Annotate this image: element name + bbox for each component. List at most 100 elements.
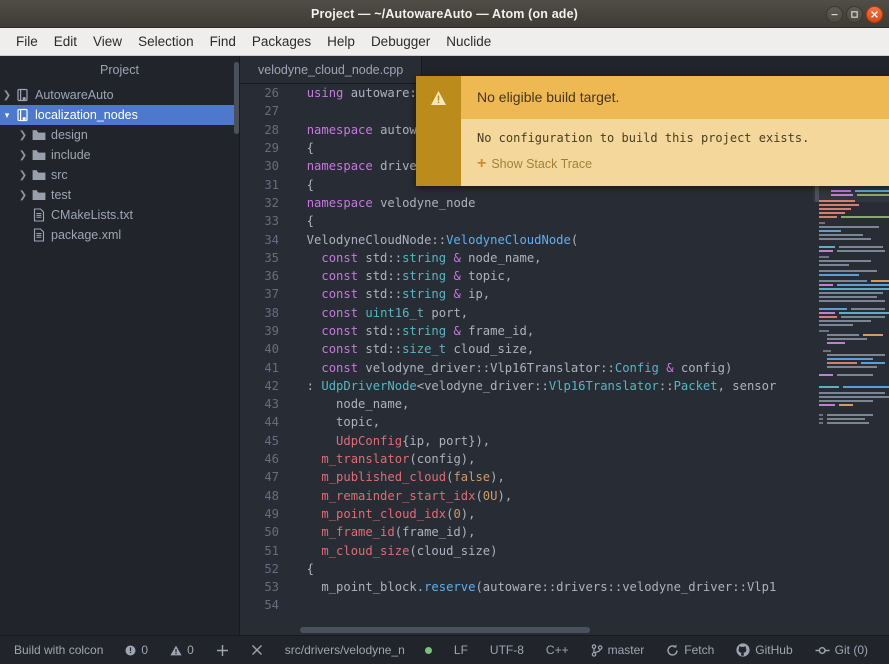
menu-packages[interactable]: Packages: [244, 32, 319, 51]
code-line: 53 m_point_block.reserve(autoware::drive…: [240, 578, 813, 596]
tree-item-test[interactable]: ❯ test: [0, 185, 239, 205]
minimap-line: [819, 204, 859, 206]
close-icon[interactable]: [866, 5, 883, 23]
show-stack-trace-link[interactable]: + Show Stack Trace: [477, 156, 874, 172]
code-text[interactable]: m_point_cloud_idx(0),: [292, 507, 475, 521]
menu-nuclide[interactable]: Nuclide: [438, 32, 499, 51]
minimap-line: [819, 414, 823, 416]
code-text[interactable]: m_point_block.reserve(autoware::drivers:…: [292, 580, 776, 594]
code-text[interactable]: m_remainder_start_idx(0U),: [292, 489, 512, 503]
code-line: 50 m_frame_id(frame_id),: [240, 523, 813, 541]
tree-item-src[interactable]: ❯ src: [0, 165, 239, 185]
chevron-right-icon[interactable]: ❯: [0, 90, 14, 101]
error-count-item[interactable]: 0: [114, 643, 159, 657]
code-text[interactable]: m_published_cloud(false),: [292, 470, 504, 484]
warning-icon: [431, 91, 446, 105]
editor-horizontal-scrollbar[interactable]: [300, 627, 590, 633]
code-text[interactable]: namespace velodyne_node: [292, 196, 476, 210]
tree-item-include[interactable]: ❯ include: [0, 145, 239, 165]
code-text[interactable]: node_name,: [292, 397, 409, 411]
line-number: 47: [264, 470, 279, 485]
repo-icon: [14, 88, 32, 102]
github-label: GitHub: [755, 643, 793, 657]
code-text[interactable]: const std::string & ip,: [292, 287, 490, 301]
tree-item-autowareauto[interactable]: ❯ AutowareAuto: [0, 85, 239, 105]
menu-help[interactable]: Help: [319, 32, 363, 51]
code-text[interactable]: const std::string & node_name,: [292, 251, 541, 265]
notification-body: No configuration to build this project e…: [461, 119, 889, 186]
minimap-line: [819, 296, 877, 298]
minimap-line: [819, 280, 867, 282]
line-number: 28: [264, 122, 279, 137]
menu-debugger[interactable]: Debugger: [363, 32, 438, 51]
minimap-line: [863, 334, 883, 336]
code-text[interactable]: const std::string & frame_id,: [292, 324, 534, 338]
tree-item-label: test: [51, 188, 72, 202]
code-text[interactable]: UdpConfig{ip, port}),: [292, 434, 490, 448]
chevron-right-icon[interactable]: ❯: [16, 130, 30, 141]
maximize-icon[interactable]: [846, 5, 863, 23]
minimap-line: [819, 234, 863, 236]
build-with-colcon-button[interactable]: Build with colcon: [10, 643, 114, 657]
notification-build-error[interactable]: No eligible build target. No configurati…: [416, 76, 889, 186]
code-line: 40 const std::size_t cloud_size,: [240, 340, 813, 358]
tree-item-package-xml[interactable]: package.xml: [0, 225, 239, 245]
code-text[interactable]: const velodyne_driver::Vlp16Translator::…: [292, 361, 732, 375]
minimap-line: [819, 312, 835, 314]
encoding-item[interactable]: UTF-8: [479, 643, 535, 657]
chevron-right-icon[interactable]: ❯: [16, 190, 30, 201]
tab-velodyne-cloud-node-cpp[interactable]: velodyne_cloud_node.cpp: [240, 56, 423, 83]
add-build-target-button[interactable]: [205, 644, 240, 657]
tree-item-cmakelists-txt[interactable]: CMakeLists.txt: [0, 205, 239, 225]
minimap-line: [861, 362, 885, 364]
tree-view-scrollbar[interactable]: [234, 62, 239, 134]
folder-icon: [30, 189, 48, 201]
code-line: 37 const std::string & ip,: [240, 285, 813, 303]
chevron-right-icon[interactable]: ❯: [16, 150, 30, 161]
menu-selection[interactable]: Selection: [130, 32, 202, 51]
code-text[interactable]: {: [292, 562, 314, 576]
code-text[interactable]: const uint16_t port,: [292, 306, 468, 320]
line-number: 52: [264, 561, 279, 576]
code-text[interactable]: VelodyneCloudNode::VelodyneCloudNode(: [292, 233, 579, 247]
code-text[interactable]: {: [292, 214, 314, 228]
error-circle-icon: [125, 645, 136, 656]
grammar-item[interactable]: C++: [535, 643, 580, 657]
chevron-down-icon[interactable]: ▾: [0, 110, 14, 121]
github-item[interactable]: GitHub: [725, 643, 803, 657]
tree-item-design[interactable]: ❯ design: [0, 125, 239, 145]
code-text[interactable]: m_cloud_size(cloud_size): [292, 544, 497, 558]
code-text[interactable]: m_translator(config),: [292, 452, 475, 466]
git-branch-item[interactable]: master: [580, 643, 656, 657]
menu-edit[interactable]: Edit: [46, 32, 85, 51]
code-text[interactable]: : UdpDriverNode<velodyne_driver::Vlp16Tr…: [292, 379, 777, 393]
code-text[interactable]: topic,: [292, 415, 380, 429]
chevron-right-icon[interactable]: ❯: [16, 170, 30, 181]
menu-view[interactable]: View: [85, 32, 130, 51]
code-text[interactable]: {: [292, 141, 314, 155]
fetch-item[interactable]: Fetch: [655, 643, 725, 657]
menu-file[interactable]: File: [8, 32, 46, 51]
code-text[interactable]: const std::string & topic,: [292, 269, 512, 283]
minimap-line: [819, 374, 833, 376]
code-text[interactable]: const std::size_t cloud_size,: [292, 342, 534, 356]
code-text[interactable]: {: [292, 178, 314, 192]
line-number: 34: [264, 232, 279, 247]
warning-count-item[interactable]: 0: [159, 643, 205, 657]
minimap-line: [819, 270, 877, 272]
code-text[interactable]: m_frame_id(frame_id),: [292, 525, 475, 539]
status-dot-item[interactable]: [421, 646, 443, 654]
line-number: 32: [264, 195, 279, 210]
close-build-button[interactable]: [240, 644, 274, 656]
minimize-icon[interactable]: [826, 5, 843, 23]
git-item[interactable]: Git (0): [804, 643, 879, 657]
minimap-line: [819, 216, 837, 218]
file-path-item[interactable]: src/drivers/velodyne_n: [274, 643, 416, 657]
tree-item-localization-nodes[interactable]: ▾ localization_nodes: [0, 105, 239, 125]
tree-item-label: localization_nodes: [35, 108, 138, 122]
code-text[interactable]: namespace drivers: [292, 159, 432, 173]
minimap-line: [819, 222, 825, 224]
menu-find[interactable]: Find: [202, 32, 244, 51]
minimap-line: [839, 246, 883, 248]
line-ending-item[interactable]: LF: [443, 643, 479, 657]
